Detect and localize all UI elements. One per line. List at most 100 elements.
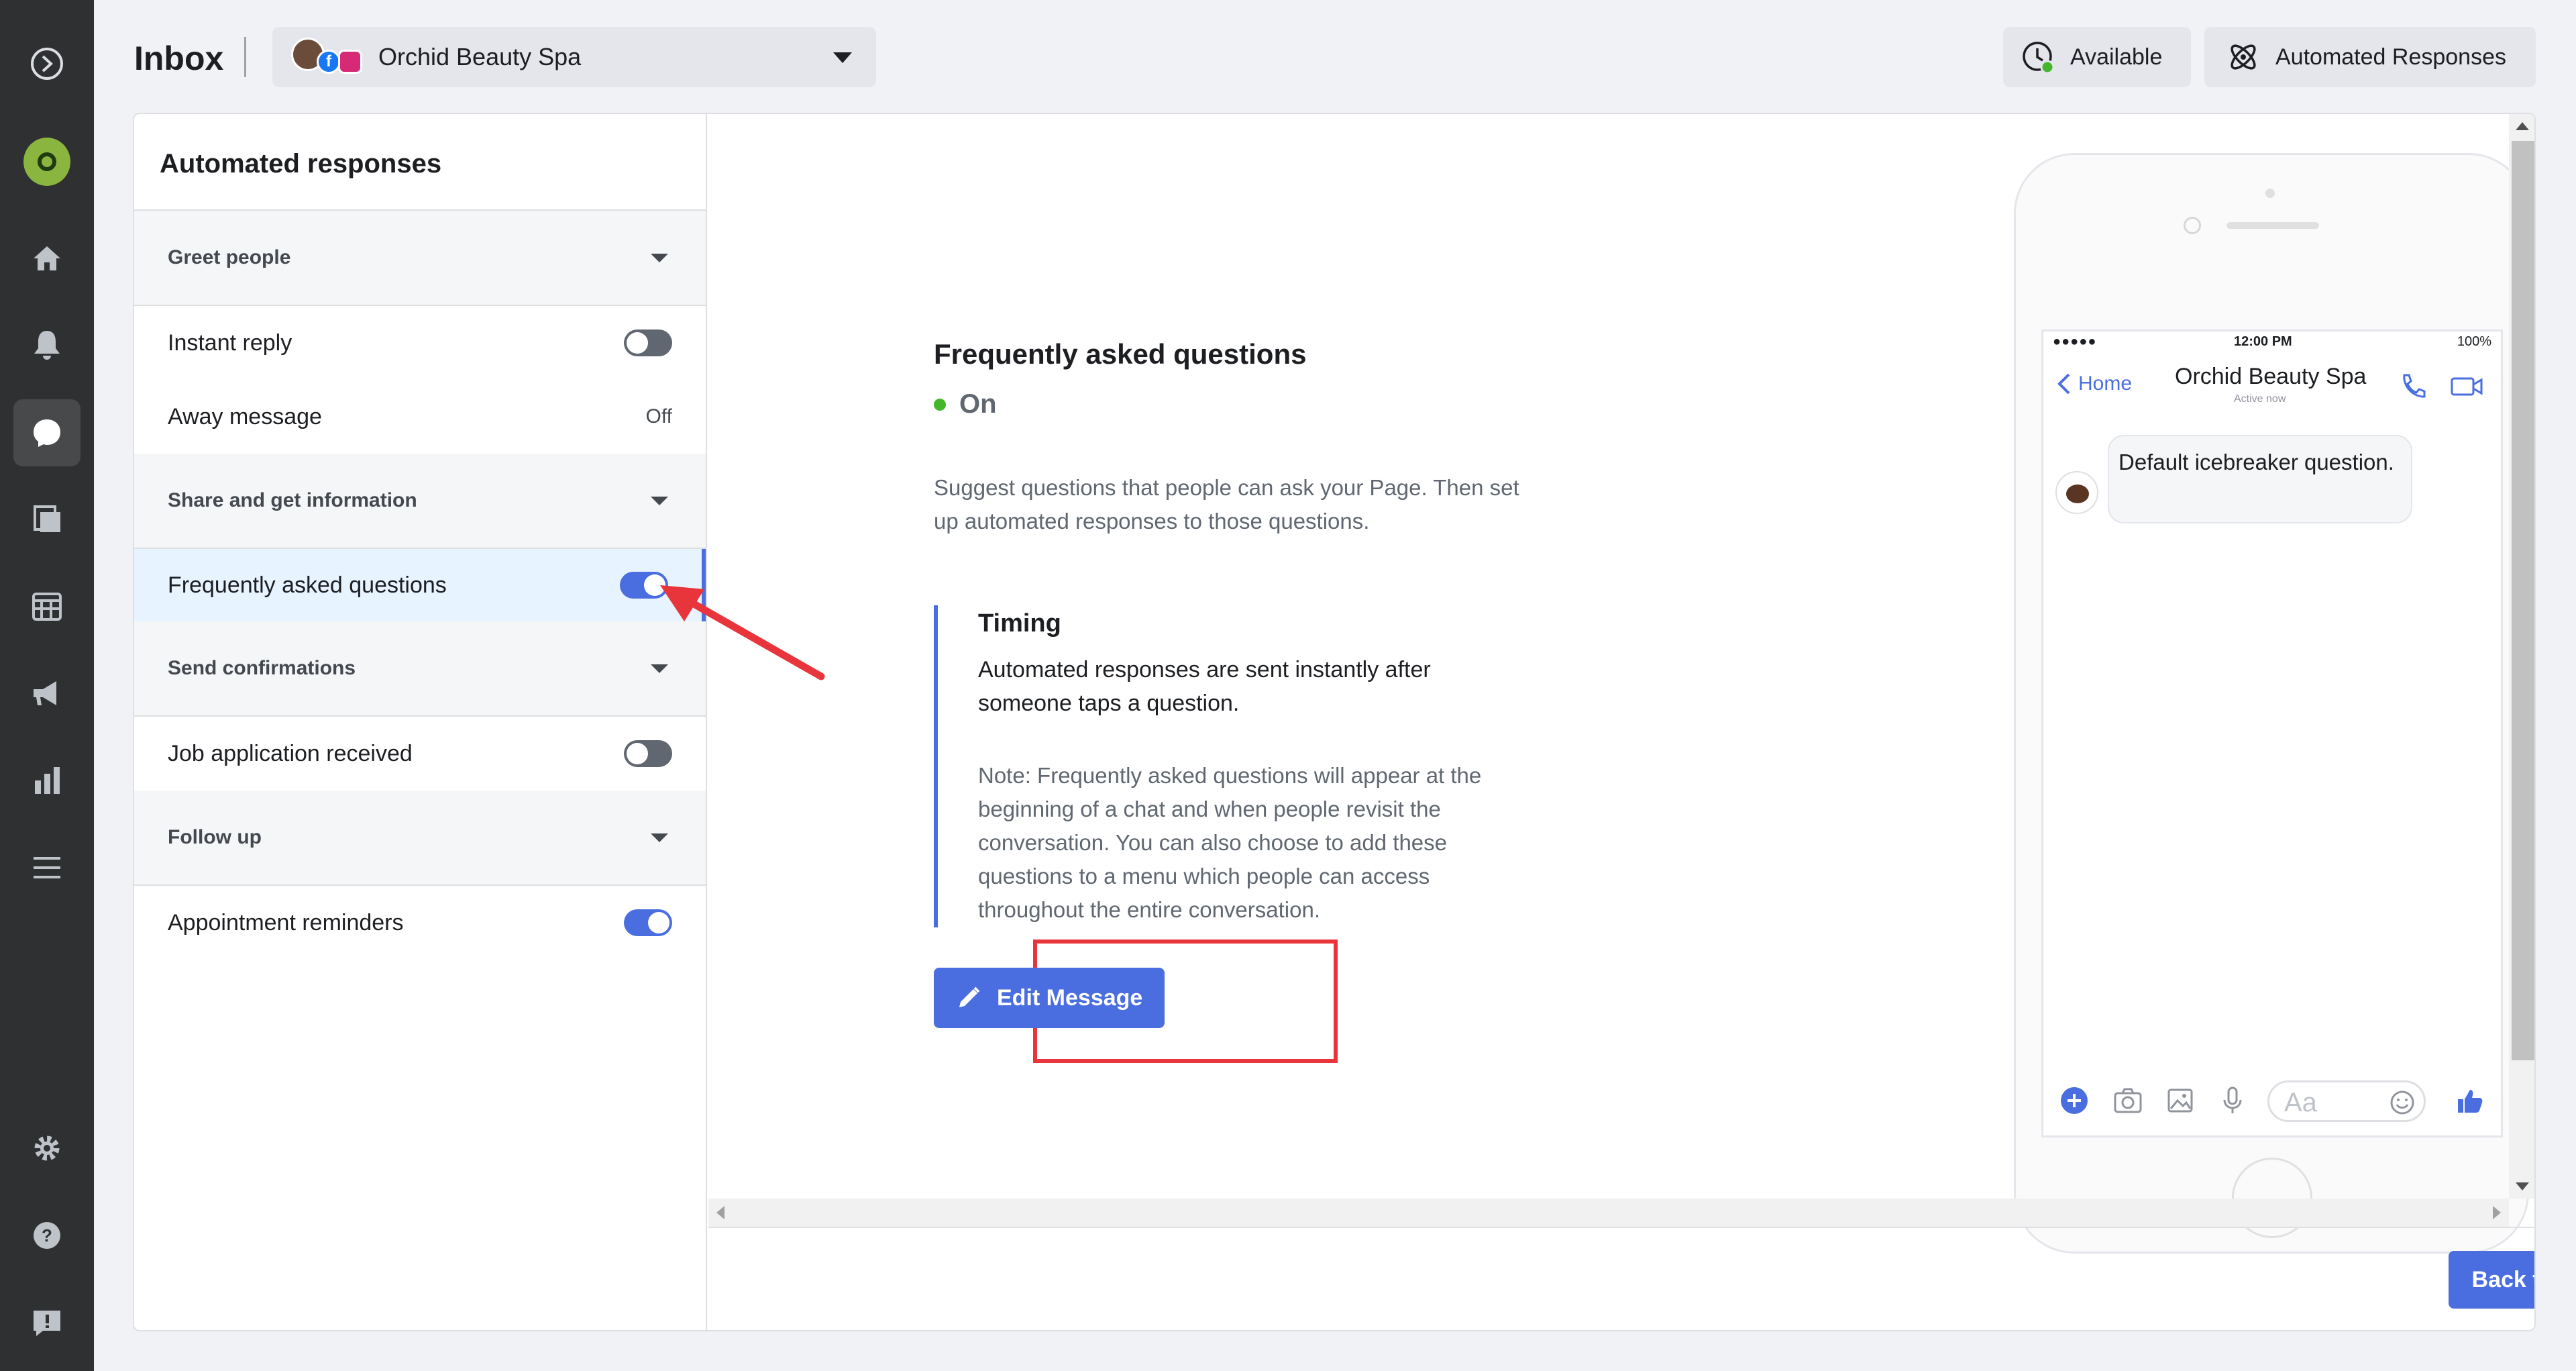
chevron-left-icon <box>2057 373 2070 395</box>
gear-icon[interactable] <box>23 1125 70 1172</box>
profile-avatar[interactable] <box>23 138 70 186</box>
pencil-icon <box>959 986 980 1007</box>
item-faq[interactable]: Frequently asked questions <box>134 549 706 621</box>
contact-status: Active now <box>2234 393 2286 405</box>
contact-name: Orchid Beauty Spa <box>2175 364 2367 389</box>
messenger-back-link: Home <box>2054 372 2132 396</box>
instant-reply-toggle[interactable] <box>624 329 672 356</box>
insights-icon[interactable] <box>23 757 70 804</box>
camera-icon <box>2114 1088 2142 1113</box>
chevron-down-icon <box>651 253 668 262</box>
item-label: Job application received <box>168 740 413 766</box>
faq-toggle[interactable] <box>620 572 668 599</box>
status-dot <box>934 398 946 411</box>
vertical-scrollbar[interactable] <box>2509 114 2534 1199</box>
svg-text:?: ? <box>42 1225 52 1246</box>
phone-status-bar: ●●●●● 12:00 PM 100% <box>2043 332 2501 350</box>
section-label: Send confirmations <box>168 657 356 679</box>
page-avatar <box>2055 471 2098 514</box>
status-badge: On <box>934 389 997 419</box>
composer-input: Aa <box>2267 1080 2426 1122</box>
instagram-icon <box>338 50 362 74</box>
automated-responses-button[interactable]: Automated Responses <box>2204 27 2536 87</box>
clock-icon <box>2023 42 2055 74</box>
menu-icon[interactable] <box>23 844 70 891</box>
scroll-up-arrow[interactable] <box>2516 122 2529 130</box>
section-greet-people[interactable]: Greet people <box>134 211 706 306</box>
panel-title: Automated responses <box>134 114 706 211</box>
item-label: Away message <box>168 403 322 429</box>
phone-time: 12:00 PM <box>2234 334 2292 349</box>
bell-icon[interactable] <box>23 321 70 368</box>
section-follow-up[interactable]: Follow up <box>134 791 706 886</box>
main-card: Automated responses Greet people Instant… <box>133 113 2536 1331</box>
emoji-icon <box>2390 1090 2414 1115</box>
item-label: Frequently asked questions <box>168 572 447 598</box>
job-application-toggle[interactable] <box>624 740 672 767</box>
page-avatar-group: f <box>290 34 362 81</box>
chevron-down-icon <box>651 664 668 673</box>
chevron-down-icon <box>651 833 668 842</box>
item-job-application[interactable]: Job application received <box>134 717 706 791</box>
section-share-info[interactable]: Share and get information <box>134 454 706 549</box>
microphone-icon <box>2223 1086 2242 1113</box>
item-away-message[interactable]: Away message Off <box>134 380 706 454</box>
help-icon[interactable]: ? <box>23 1212 70 1259</box>
message-bubble: Default icebreaker question. <box>2108 435 2412 523</box>
item-appointment-reminders[interactable]: Appointment reminders <box>134 886 706 960</box>
availability-label: Available <box>2070 44 2163 70</box>
scroll-down-arrow[interactable] <box>2516 1182 2529 1190</box>
thumbs-up-icon <box>2458 1090 2483 1113</box>
availability-button[interactable]: Available <box>2003 27 2191 87</box>
section-label: Greet people <box>168 246 291 268</box>
battery-level: 100% <box>2457 334 2491 349</box>
messenger-header: Home Orchid Beauty Spa Active now <box>2043 354 2501 415</box>
report-icon[interactable] <box>23 1299 70 1346</box>
automation-icon <box>2231 44 2256 70</box>
automated-responses-panel: Automated responses Greet people Instant… <box>134 114 707 1330</box>
section-label: Share and get information <box>168 489 417 511</box>
footer-divider <box>708 1227 2534 1228</box>
appointment-reminders-toggle[interactable] <box>624 909 672 936</box>
plus-icon <box>2061 1087 2088 1114</box>
edit-message-button[interactable]: Edit Message <box>934 968 1165 1028</box>
horizontal-scrollbar[interactable] <box>708 1199 2509 1227</box>
timing-text: Automated responses are sent instantly a… <box>978 657 1431 716</box>
phone-camera <box>2184 217 2201 234</box>
item-label: Instant reply <box>168 329 292 356</box>
logo-icon[interactable] <box>23 40 70 87</box>
home-icon[interactable] <box>23 235 70 282</box>
left-rail: ? <box>0 0 94 1371</box>
scroll-right-arrow[interactable] <box>2493 1206 2501 1219</box>
megaphone-icon[interactable] <box>23 670 70 717</box>
scrollbar-thumb[interactable] <box>2512 141 2534 1060</box>
item-label: Appointment reminders <box>168 909 404 935</box>
calendar-icon[interactable] <box>23 582 70 629</box>
back-to-inbox-button[interactable]: Back to inbox <box>2449 1251 2534 1309</box>
chevron-down-icon <box>833 52 852 63</box>
phone-speaker <box>2226 222 2319 229</box>
page-selector[interactable]: f Orchid Beauty Spa <box>272 27 876 87</box>
facebook-icon: f <box>317 50 341 74</box>
detail-description: Suggest questions that people can ask yo… <box>934 475 1519 534</box>
status-label: On <box>959 389 997 419</box>
timing-title: Timing <box>978 609 1061 638</box>
pages-icon[interactable] <box>23 495 70 542</box>
section-send-confirmations[interactable]: Send confirmations <box>134 621 706 717</box>
chat-icon[interactable] <box>13 399 80 466</box>
section-label: Follow up <box>168 826 262 848</box>
item-instant-reply[interactable]: Instant reply <box>134 306 706 380</box>
signal-indicator: ●●●●● <box>2053 334 2097 349</box>
phone-preview: ●●●●● 12:00 PM 100% Home Orchid Beauty S… <box>2014 153 2529 1254</box>
back-label: Home <box>2078 372 2133 395</box>
timing-block: Timing Automated responses are sent inst… <box>934 605 1538 927</box>
scroll-left-arrow[interactable] <box>716 1206 724 1219</box>
page-title: Inbox <box>134 40 224 77</box>
phone-call-icon <box>2403 374 2426 398</box>
detail-pane: Frequently asked questions On Suggest qu… <box>708 114 2534 1330</box>
image-icon <box>2167 1088 2193 1113</box>
chevron-down-icon <box>651 496 668 505</box>
automated-responses-label: Automated Responses <box>2275 44 2506 70</box>
away-message-status: Off <box>645 405 672 427</box>
composer-placeholder: Aa <box>2284 1088 2317 1117</box>
